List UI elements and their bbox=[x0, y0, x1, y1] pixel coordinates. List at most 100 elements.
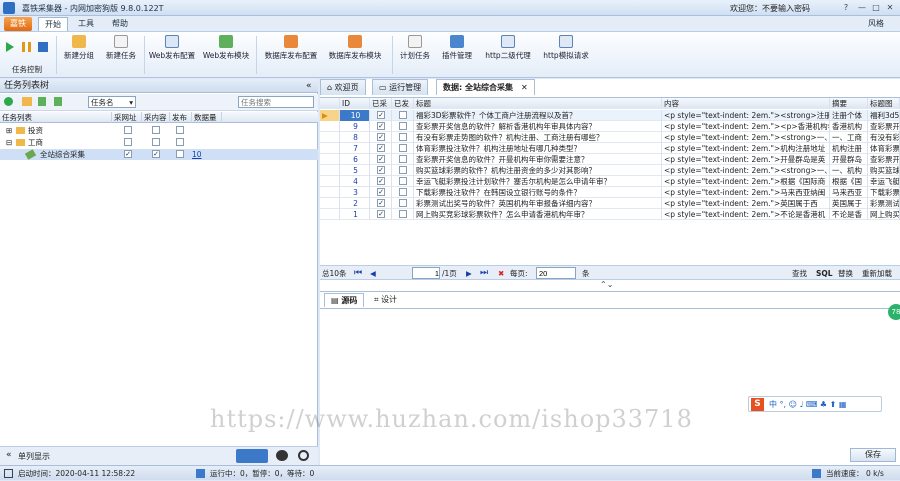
cell-published[interactable] bbox=[392, 198, 414, 209]
tab-tools[interactable]: 工具 bbox=[72, 17, 100, 31]
expand-icon[interactable] bbox=[38, 97, 46, 106]
checkbox[interactable]: ✓ bbox=[377, 111, 385, 119]
checkbox[interactable]: ✓ bbox=[377, 133, 385, 141]
row-indicator[interactable] bbox=[320, 132, 340, 143]
row-indicator[interactable] bbox=[320, 209, 340, 220]
next-page-icon[interactable]: ▶ bbox=[466, 266, 472, 281]
cell-collected[interactable]: ✓ bbox=[370, 187, 392, 198]
checkbox[interactable]: ✓ bbox=[152, 150, 160, 158]
table-row[interactable]: ▶ 10 ✓ 福彩3D彩票软件？个体工商户注册流程以及首？ <p style="text… bbox=[320, 110, 900, 121]
checkbox[interactable] bbox=[124, 138, 132, 146]
new-task-button[interactable]: 新建任务 bbox=[104, 35, 138, 65]
help-icon[interactable]: ? bbox=[840, 2, 852, 13]
play-icon[interactable] bbox=[6, 42, 14, 52]
row-indicator[interactable] bbox=[320, 121, 340, 132]
tree-node-invest[interactable]: ⊞ 投资 bbox=[0, 125, 318, 136]
table-row[interactable]: 6 ✓ 查彩票开奖信息的软件？开曼机构年审你需要注意？ <p style="text-… bbox=[320, 154, 900, 165]
checkbox[interactable] bbox=[399, 199, 407, 207]
style-menu[interactable]: 风格 bbox=[862, 17, 890, 31]
row-indicator[interactable] bbox=[320, 154, 340, 165]
reload-button[interactable]: 重新加载 bbox=[862, 266, 892, 281]
splitter-arrows-icon[interactable]: ⌃⌄ bbox=[600, 280, 613, 289]
row-indicator[interactable] bbox=[320, 187, 340, 198]
cell-published[interactable] bbox=[392, 110, 414, 121]
column-header[interactable]: ID bbox=[340, 98, 370, 109]
table-row[interactable]: 7 ✓ 体育彩票投注软件？机构注册地址有哪几种类型？ <p style="text-i… bbox=[320, 143, 900, 154]
web-publish-module-button[interactable]: Web发布模块 bbox=[202, 35, 250, 65]
cell-collected[interactable]: ✓ bbox=[370, 110, 392, 121]
cell-collected[interactable]: ✓ bbox=[370, 176, 392, 187]
checkbox[interactable] bbox=[152, 138, 160, 146]
row-indicator[interactable] bbox=[320, 198, 340, 209]
tab-data[interactable]: 数据: 全站综合采集 ✕ bbox=[436, 79, 535, 95]
collapse-icon[interactable] bbox=[54, 97, 62, 106]
close-tab-icon[interactable]: ✕ bbox=[521, 83, 528, 92]
clock-icon[interactable] bbox=[298, 450, 309, 461]
pause-icon[interactable] bbox=[22, 42, 31, 52]
checkbox[interactable]: ✓ bbox=[377, 210, 385, 218]
row-indicator[interactable]: ▶ bbox=[320, 110, 340, 121]
db-publish-config-button[interactable]: 数据库发布配置 bbox=[262, 35, 320, 65]
cell-published[interactable] bbox=[392, 165, 414, 176]
checkbox[interactable]: ✓ bbox=[377, 155, 385, 163]
column-header[interactable]: 标题 bbox=[414, 98, 662, 109]
task-search-input[interactable] bbox=[238, 96, 314, 108]
row-indicator[interactable] bbox=[320, 143, 340, 154]
save-button[interactable]: 保存 bbox=[850, 448, 896, 462]
http-proxy-button[interactable]: http二级代理 bbox=[482, 35, 534, 65]
row-indicator[interactable] bbox=[320, 165, 340, 176]
page-input[interactable] bbox=[412, 267, 440, 279]
add-icon[interactable] bbox=[4, 97, 13, 106]
checkbox[interactable] bbox=[176, 126, 184, 134]
first-page-icon[interactable]: ⏮ bbox=[354, 266, 362, 281]
table-row[interactable]: 8 ✓ 有没有彩票走势图的软件？机构注册、工商注册有哪些？ <p style="tex… bbox=[320, 132, 900, 143]
column-header[interactable]: 采网址 bbox=[112, 112, 142, 123]
column-header[interactable]: 数据量 bbox=[192, 112, 222, 123]
cell-published[interactable] bbox=[392, 209, 414, 220]
checkbox[interactable]: ✓ bbox=[377, 199, 385, 207]
row-indicator[interactable] bbox=[320, 176, 340, 187]
stop-icon[interactable] bbox=[38, 42, 48, 52]
table-row[interactable]: 1 ✓ 网上购买竞彩球彩票软件？怎么申请香港机构年审？ <p style="text-… bbox=[320, 209, 900, 220]
table-row[interactable]: 3 ✓ 下载彩票投注软件？在韩国设立银行账号的条件？ <p style="text-i… bbox=[320, 187, 900, 198]
checkbox[interactable]: ✓ bbox=[377, 188, 385, 196]
prev-page-icon[interactable]: ◀ bbox=[370, 266, 376, 281]
tab-start[interactable]: 开始 bbox=[38, 17, 68, 31]
checkbox[interactable] bbox=[176, 138, 184, 146]
http-request-button[interactable]: http模拟请求 bbox=[540, 35, 592, 65]
cell-collected[interactable]: ✓ bbox=[370, 209, 392, 220]
expand-toggle-icon[interactable]: ⊞ bbox=[6, 125, 12, 136]
column-header[interactable]: 采内容 bbox=[142, 112, 170, 123]
cell-collected[interactable]: ✓ bbox=[370, 165, 392, 176]
column-header[interactable]: 摘要 bbox=[830, 98, 868, 109]
table-row[interactable]: 4 ✓ 幸运飞艇彩票投注计划软件？塞舌尔机构是怎么申请年审？ <p style="te… bbox=[320, 176, 900, 187]
find-button[interactable]: 查找 bbox=[792, 266, 807, 281]
table-row[interactable]: 2 ✓ 彩票测试出奖号的软件？英国机构年审报备详细内容？ <p style="text… bbox=[320, 198, 900, 209]
column-header[interactable]: 已发 bbox=[392, 98, 414, 109]
cell-collected[interactable]: ✓ bbox=[370, 121, 392, 132]
cell-published[interactable] bbox=[392, 187, 414, 198]
tree-node-business[interactable]: ⊟ 工商 bbox=[0, 137, 318, 148]
tab-help[interactable]: 帮助 bbox=[106, 17, 134, 31]
filter-select[interactable]: 任务名 ▾ bbox=[88, 96, 136, 108]
plugin-manage-button[interactable]: 插件管理 bbox=[438, 35, 476, 65]
checkbox[interactable]: ✓ bbox=[377, 177, 385, 185]
tab-source[interactable]: ▤ 源码 bbox=[324, 293, 365, 307]
delete-icon[interactable]: ✖ bbox=[498, 266, 504, 281]
table-row[interactable]: 5 ✓ 购买篮球彩票的软件？机构注册资金的多少对其影响？ <p style="text… bbox=[320, 165, 900, 176]
cell-collected[interactable]: ✓ bbox=[370, 154, 392, 165]
cell-collected[interactable]: ✓ bbox=[370, 198, 392, 209]
cloud-icon[interactable] bbox=[276, 450, 288, 461]
checkbox[interactable] bbox=[399, 155, 407, 163]
close-icon[interactable]: ✕ bbox=[884, 2, 896, 13]
checkbox[interactable] bbox=[399, 122, 407, 130]
per-page-input[interactable] bbox=[536, 267, 576, 279]
tab-design[interactable]: ⌗ 设计 bbox=[368, 293, 403, 307]
column-header[interactable]: 内容 bbox=[662, 98, 830, 109]
checkbox[interactable] bbox=[399, 144, 407, 152]
folder-icon[interactable] bbox=[22, 97, 32, 106]
checkbox[interactable] bbox=[399, 210, 407, 218]
tree-view-button[interactable] bbox=[236, 449, 268, 463]
checkbox[interactable] bbox=[399, 166, 407, 174]
column-header[interactable]: 发布 bbox=[170, 112, 192, 123]
